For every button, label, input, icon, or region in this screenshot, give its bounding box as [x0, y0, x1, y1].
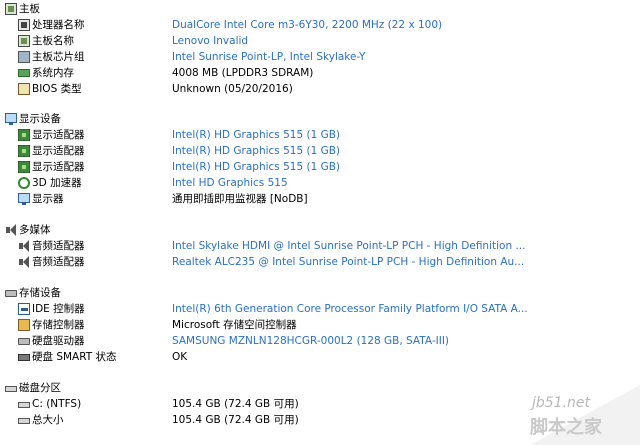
partition-icon — [18, 402, 30, 408]
group-header-multimedia[interactable]: 多媒体 — [0, 222, 640, 238]
group-title: 磁盘分区 — [19, 382, 61, 394]
cpu-icon — [18, 19, 30, 31]
motherboard-icon — [5, 3, 17, 15]
item-label: C: (NTFS) — [32, 398, 82, 410]
list-item[interactable]: 处理器名称 DualCore Intel Core m3-6Y30, 2200 … — [0, 17, 640, 33]
list-item[interactable]: 显示适配器 Intel(R) HD Graphics 515 (1 GB) — [0, 127, 640, 143]
watermark-text: 脚本之家 — [530, 417, 602, 438]
group-title: 显示设备 — [19, 113, 61, 125]
group-title: 主板 — [19, 3, 40, 15]
chipset-icon — [18, 51, 30, 63]
display-adapter-icon — [18, 145, 30, 157]
item-value-link[interactable]: SAMSUNG MZNLN128HCGR-000L2 (128 GB, SATA… — [172, 333, 449, 349]
group-title: 多媒体 — [19, 224, 51, 236]
item-value-link[interactable]: Intel(R) HD Graphics 515 (1 GB) — [172, 159, 340, 175]
item-label: 总大小 — [32, 414, 64, 426]
3d-accelerator-icon — [18, 177, 30, 189]
item-label: 主板芯片组 — [32, 51, 85, 63]
watermark-url: jb51.net — [532, 395, 591, 411]
item-label: IDE 控制器 — [32, 303, 85, 315]
list-item[interactable]: 音频适配器 Intel Skylake HDMI @ Intel Sunrise… — [0, 238, 640, 254]
item-value-link[interactable]: Intel(R) HD Graphics 515 (1 GB) — [172, 127, 340, 143]
smart-status-icon — [18, 354, 30, 361]
list-item[interactable]: IDE 控制器 Intel(R) 6th Generation Core Pro… — [0, 301, 640, 317]
item-label: 显示适配器 — [32, 161, 85, 173]
item-value-link[interactable]: DualCore Intel Core m3-6Y30, 2200 MHz (2… — [172, 17, 442, 33]
list-item[interactable]: 硬盘 SMART 状态 OK — [0, 349, 640, 365]
monitor-icon — [5, 113, 17, 125]
item-label: 硬盘 SMART 状态 — [32, 351, 117, 363]
item-value-link[interactable]: Realtek ALC235 @ Intel Sunrise Point-LP … — [172, 254, 524, 270]
item-value: Microsoft 存储空间控制器 — [172, 319, 297, 331]
list-item[interactable]: 显示器 通用即插即用监视器 [NoDB] — [0, 191, 640, 207]
item-value-link[interactable]: Intel Sunrise Point-LP, Intel Skylake-Y — [172, 49, 365, 65]
item-value-link[interactable]: Intel HD Graphics 515 — [172, 175, 288, 191]
item-label: 处理器名称 — [32, 19, 85, 31]
group-header-display[interactable]: 显示设备 — [0, 111, 640, 127]
item-value: 4008 MB (LPDDR3 SDRAM) — [172, 67, 314, 79]
item-value: Unknown (05/20/2016) — [172, 83, 293, 95]
partition-icon — [18, 418, 30, 424]
item-value: 通用即插即用监视器 [NoDB] — [172, 193, 308, 205]
item-value: 105.4 GB (72.4 GB 可用) — [172, 398, 299, 410]
list-item[interactable]: BIOS 类型 Unknown (05/20/2016) — [0, 81, 640, 97]
item-label: 系统内存 — [32, 67, 74, 79]
list-item[interactable]: 音频适配器 Realtek ALC235 @ Intel Sunrise Poi… — [0, 254, 640, 270]
list-item[interactable]: 系统内存 4008 MB (LPDDR3 SDRAM) — [0, 65, 640, 81]
speaker-icon — [18, 256, 30, 268]
display-adapter-icon — [18, 161, 30, 173]
motherboard-icon — [18, 35, 30, 47]
item-value-link[interactable]: Intel Skylake HDMI @ Intel Sunrise Point… — [172, 238, 525, 254]
list-item[interactable]: 主板芯片组 Intel Sunrise Point-LP, Intel Skyl… — [0, 49, 640, 65]
item-value-link[interactable]: Intel(R) HD Graphics 515 (1 GB) — [172, 143, 340, 159]
item-label: 音频适配器 — [32, 240, 85, 252]
item-label: 显示适配器 — [32, 145, 85, 157]
list-item[interactable]: 显示适配器 Intel(R) HD Graphics 515 (1 GB) — [0, 143, 640, 159]
bios-icon — [18, 83, 30, 95]
item-value: 105.4 GB (72.4 GB 可用) — [172, 414, 299, 426]
memory-icon — [18, 69, 30, 77]
list-item[interactable]: 主板名称 Lenovo Invalid — [0, 33, 640, 49]
item-value-link[interactable]: Lenovo Invalid — [172, 33, 248, 49]
item-label: 存储控制器 — [32, 319, 85, 331]
disk-drive-icon — [18, 338, 30, 345]
item-label: BIOS 类型 — [32, 83, 82, 95]
monitor-icon — [18, 193, 30, 205]
item-label: 3D 加速器 — [32, 177, 82, 189]
list-item[interactable]: 存储控制器 Microsoft 存储空间控制器 — [0, 317, 640, 333]
speaker-icon — [5, 224, 17, 236]
item-value: OK — [172, 351, 188, 363]
group-header-storage[interactable]: 存储设备 — [0, 285, 640, 301]
partition-icon — [5, 386, 17, 392]
list-item[interactable]: 硬盘驱动器 SAMSUNG MZNLN128HCGR-000L2 (128 GB… — [0, 333, 640, 349]
item-label: 音频适配器 — [32, 256, 85, 268]
group-title: 存储设备 — [19, 287, 61, 299]
item-label: 显示器 — [32, 193, 64, 205]
list-item[interactable]: 显示适配器 Intel(R) HD Graphics 515 (1 GB) — [0, 159, 640, 175]
item-label: 显示适配器 — [32, 129, 85, 141]
ide-controller-icon — [18, 303, 30, 315]
item-label: 主板名称 — [32, 35, 74, 47]
storage-controller-icon — [18, 319, 30, 331]
list-item[interactable]: 3D 加速器 Intel HD Graphics 515 — [0, 175, 640, 191]
speaker-icon — [18, 240, 30, 252]
display-adapter-icon — [18, 129, 30, 141]
item-value-link[interactable]: Intel(R) 6th Generation Core Processor F… — [172, 301, 528, 317]
storage-icon — [5, 290, 17, 297]
item-label: 硬盘驱动器 — [32, 335, 85, 347]
group-header-motherboard[interactable]: 主板 — [0, 1, 640, 17]
